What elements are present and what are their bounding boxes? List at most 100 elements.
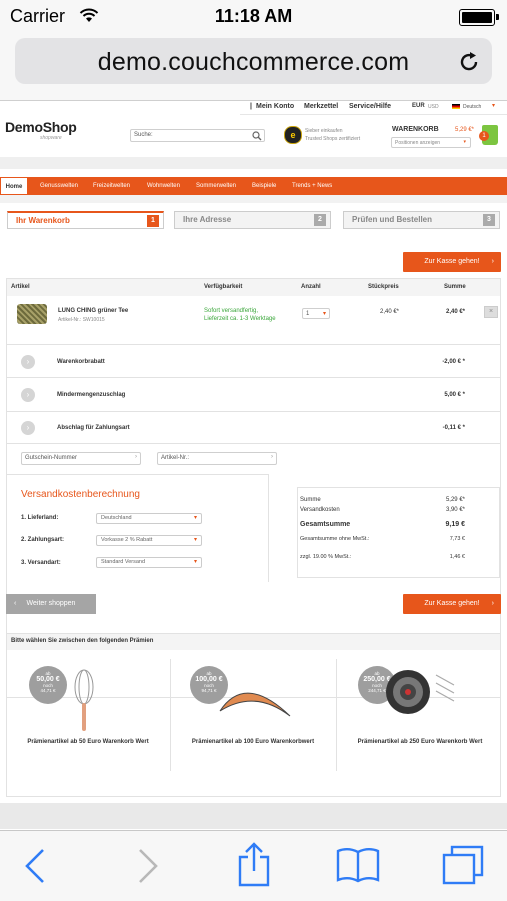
payment-method-select[interactable]: Vorkasse 2 % Rabatt ▾ [96,535,202,546]
nav-freizeitwelten[interactable]: Freizeitwelten [93,177,130,195]
positions-select-label: Positionen anzeigen [395,140,441,146]
payment-method-label: 2. Zahlungsart: [21,537,65,543]
step-cart-label: Ihr Warenkorb [16,216,70,225]
url-text[interactable]: demo.couchcommerce.com [15,48,492,77]
checkout-button-bottom[interactable]: Zur Kasse gehen! › [403,594,501,614]
availability-line2: Lieferzeit ca. 1-3 Werktage [204,316,276,322]
nav-genusswelten[interactable]: Genusswelten [40,177,78,195]
language-select[interactable]: Deutsch [463,104,481,110]
header-divider [0,157,507,169]
voucher-placeholder: Gutschein-Nummer [25,455,78,461]
chevron-left-icon: ‹ [14,600,17,607]
back-icon[interactable] [24,848,46,884]
tabs-icon[interactable] [442,845,484,885]
search-icon[interactable] [252,131,262,141]
discount-arrow-icon: › [21,355,35,369]
reload-icon[interactable] [456,49,482,75]
summary-total-label: Gesamtsumme [300,521,351,528]
share-icon[interactable] [238,841,270,887]
trusted-shops-icon[interactable]: e [284,126,302,144]
search-input[interactable]: Suche: [130,129,265,142]
nav-sommerwelten[interactable]: Sommerwelten [196,177,236,195]
voucher-submit-icon[interactable]: › [135,454,137,460]
header-availability: Verfügbarkeit [204,284,243,290]
summary-vat-value: 1,46 € [449,554,465,560]
summary-total-value: 9,19 € [445,521,465,528]
row-divider [7,443,500,444]
cart-amount[interactable]: 5,29 €* [455,127,474,133]
currency-eur[interactable]: EUR [412,103,425,109]
positions-select[interactable]: Positionen anzeigen ▾ [391,137,471,148]
premium-badge-1: ab 50,00 € noch 44,71 € [29,666,67,704]
browser-toolbar [0,830,507,901]
step-review[interactable]: Prüfen und Bestellen 3 [343,211,500,229]
premium-heading: Bitte wählen Sie zwischen den folgenden … [11,638,154,644]
step-review-num: 3 [483,214,495,226]
nav-wohnwelten[interactable]: Wohnwelten [147,177,180,195]
shipping-country-value: Deutschland [101,515,132,521]
logo[interactable]: DemoShop [5,119,77,135]
minimum-surcharge-label: Mindermengenzuschlag [57,392,126,398]
checkout-button-top[interactable]: Zur Kasse gehen! › [403,252,501,272]
nav-beispiele[interactable]: Beispiele [252,177,276,195]
my-account-link[interactable]: Mein Konto [256,103,294,110]
search-placeholder: Suche: [134,132,153,138]
whisk-image[interactable] [72,669,96,733]
continue-shopping-button[interactable]: ‹ Weiter shoppen [6,594,96,614]
service-link[interactable]: Service/Hilfe [349,103,391,110]
footer-strip [0,803,507,829]
logo-subtitle: shopware [40,135,62,141]
premium-divider [336,659,337,771]
product-name[interactable]: LUNG CHING grüner Tee [58,308,128,314]
summary-net-label: Gesamtsumme ohne MwSt.: [300,536,370,542]
step-review-label: Prüfen und Bestellen [352,215,433,224]
product-number: Artikel-Nr.: SW10015 [58,317,105,323]
nav-trends-news[interactable]: Trends + News [292,177,332,195]
chevron-down-icon: ▾ [193,515,197,521]
checkout-button-top-label: Zur Kasse gehen! [424,258,480,265]
currency-usd[interactable]: USD [428,104,439,110]
quantity-select[interactable]: 1 ▾ [302,308,330,319]
shipping-method-select[interactable]: Standard Versand ▾ [96,557,202,568]
url-bar[interactable]: demo.couchcommerce.com [15,38,492,84]
bookmarks-icon[interactable] [336,847,380,883]
header-unit-price: Stückpreis [368,284,399,290]
premium-divider [170,659,171,771]
language-chevron-icon[interactable]: ▾ [492,102,495,109]
dartboard-image[interactable] [386,667,458,717]
step-address[interactable]: Ihre Adresse 2 [174,211,331,229]
clock: 11:18 AM [214,6,293,26]
product-image[interactable] [17,304,47,324]
premium-title-1[interactable]: Prämienartikel ab 50 Euro Warenkorb Wert [14,739,162,745]
positions-chevron-icon: ▾ [463,139,466,145]
remove-item-icon[interactable]: × [484,306,498,318]
shipping-method-value: Standard Versand [101,559,146,565]
nav-home[interactable]: Home [0,177,28,195]
shipping-title: Versandkostenberechnung [21,489,140,500]
premium-title-2[interactable]: Prämienartikel ab 100 Euro Warenkorbwert [178,739,328,745]
summary-shipping-label: Versandkosten [300,507,340,513]
cart-discount-label: Warenkorbrabatt [57,359,105,365]
trusted-line1: Sieber einkaufen [305,128,343,134]
summary-sum-value: 5,29 €* [445,497,465,503]
summary-vat-label: zzgl. 19.00 % MwSt.: [300,554,352,560]
payment-method-value: Vorkasse 2 % Rabatt [101,537,153,543]
voucher-input[interactable]: Gutschein-Nummer › [21,452,141,465]
step-cart[interactable]: Ihr Warenkorb 1 [7,211,164,229]
article-submit-icon[interactable]: › [271,454,273,460]
shipping-country-select[interactable]: Deutschland ▾ [96,513,202,524]
boomerang-image[interactable] [215,671,295,721]
premium-title-3[interactable]: Prämienartikel ab 250 Euro Warenkorb Wer… [344,739,496,745]
battery-icon [459,9,499,26]
user-icon: | [250,103,252,110]
nav-shadow [0,195,507,203]
wishlist-link[interactable]: Merkzettel [304,103,338,110]
cart-label[interactable]: WARENKORB [392,126,439,133]
availability-line1: Sofort versandfertig, [204,308,259,314]
forward-icon[interactable] [137,848,159,884]
summary-shipping-value: 3,90 €* [445,507,465,513]
checkout-button-bottom-label: Zur Kasse gehen! [424,600,480,607]
chevron-down-icon: ▾ [193,537,197,543]
article-number-input[interactable]: Artikel-Nr.: › [157,452,277,465]
german-flag-icon [452,104,460,109]
